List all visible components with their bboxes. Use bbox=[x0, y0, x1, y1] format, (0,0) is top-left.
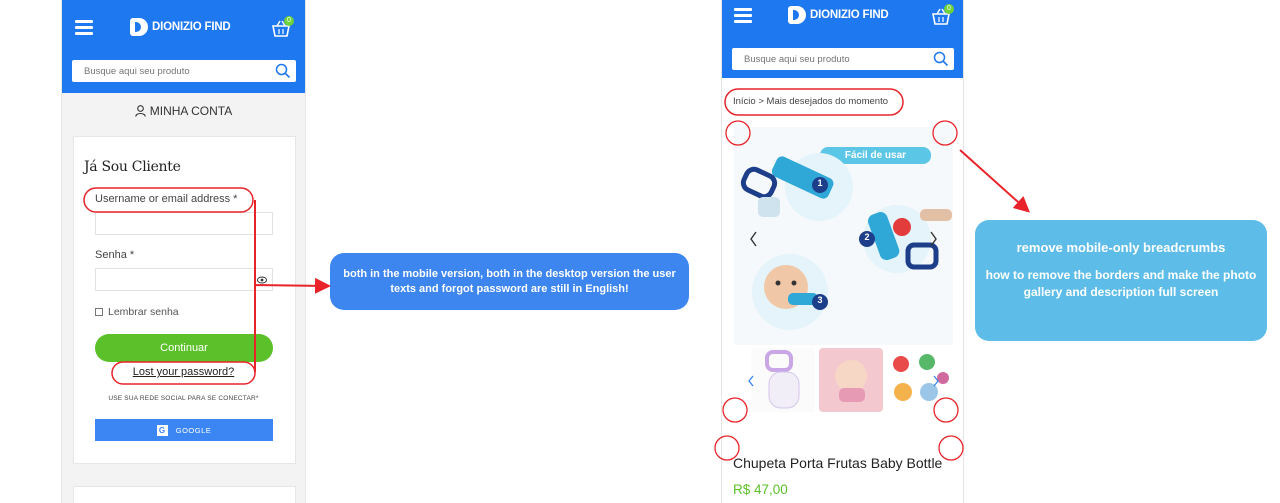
google-login-button[interactable]: G GOOGLE bbox=[95, 419, 273, 441]
gallery-step-2: 2 bbox=[864, 232, 870, 242]
user-icon bbox=[135, 105, 146, 117]
search-input[interactable] bbox=[732, 48, 954, 70]
search-input[interactable] bbox=[72, 60, 296, 82]
username-field[interactable] bbox=[95, 212, 273, 235]
callout-body: how to remove the borders and make the p… bbox=[985, 268, 1257, 299]
remember-me[interactable]: Lembrar senha bbox=[95, 306, 179, 318]
gallery-step-3: 3 bbox=[817, 295, 823, 305]
lost-password-link[interactable]: Lost your password? bbox=[62, 366, 305, 378]
product-image-gallery[interactable]: Fácil de usar 1 2 3 bbox=[734, 127, 953, 345]
remember-label: Lembrar senha bbox=[108, 306, 179, 318]
remember-checkbox[interactable] bbox=[95, 308, 103, 316]
cart-count-badge: 0 bbox=[284, 16, 294, 26]
thumbnail-strip bbox=[734, 348, 953, 414]
breadcrumb-arrow bbox=[959, 149, 1030, 213]
login-title: Já Sou Cliente bbox=[84, 159, 181, 175]
username-label: Username or email address * bbox=[95, 193, 238, 205]
continue-button[interactable]: Continuar bbox=[95, 334, 273, 362]
menu-icon[interactable] bbox=[734, 8, 752, 23]
password-label: Senha * bbox=[95, 249, 135, 261]
google-icon: G bbox=[156, 424, 168, 436]
brand-name: DIONIZIO FIND bbox=[810, 9, 889, 21]
thumbnail-item[interactable] bbox=[751, 348, 815, 412]
gallery-step-1: 1 bbox=[817, 178, 823, 188]
search-icon[interactable] bbox=[275, 63, 291, 79]
social-login-text: USE SUA REDE SOCIAL PARA SE CONECTAR* bbox=[108, 395, 259, 402]
brand-logo[interactable]: DIONIZIO FIND bbox=[130, 18, 231, 36]
account-bar: MINHA CONTA bbox=[62, 93, 305, 129]
breadcrumb[interactable]: Início > Mais desejados do momento bbox=[733, 96, 888, 107]
search-bar bbox=[72, 60, 296, 82]
login-card bbox=[73, 136, 296, 464]
thumbnail-item[interactable] bbox=[887, 348, 951, 412]
gallery-badge: Fácil de usar bbox=[844, 150, 907, 161]
logo-mark-icon bbox=[130, 18, 148, 36]
google-button-label: GOOGLE bbox=[175, 425, 212, 435]
mobile-account-screen: DIONIZIO FIND 0 MINHA CONTA Já Sou Clien… bbox=[61, 0, 306, 503]
mobile-product-screen: DIONIZIO FIND 0 Início > Mais desejados … bbox=[721, 0, 964, 503]
brand-name: DIONIZIO FIND bbox=[152, 21, 231, 33]
callout-heading: remove mobile-only breadcrumbs bbox=[1016, 240, 1226, 255]
product-title: Chupeta Porta Frutas Baby Bottle bbox=[733, 455, 943, 471]
thumbnail-item[interactable] bbox=[819, 348, 883, 412]
site-header: DIONIZIO FIND 0 bbox=[722, 0, 963, 78]
secondary-card bbox=[73, 486, 296, 503]
thumbnail-next-icon[interactable] bbox=[932, 375, 940, 387]
password-field[interactable] bbox=[95, 268, 273, 291]
show-password-icon[interactable] bbox=[257, 276, 267, 284]
product-price: R$ 47,00 bbox=[733, 482, 788, 497]
search-icon[interactable] bbox=[933, 51, 949, 67]
annotation-callout-breadcrumbs: remove mobile-only breadcrumbs how to re… bbox=[975, 220, 1267, 341]
brand-logo[interactable]: DIONIZIO FIND bbox=[788, 6, 889, 24]
thumbnail-prev-icon[interactable] bbox=[747, 375, 755, 387]
logo-mark-icon bbox=[788, 6, 806, 24]
site-header: DIONIZIO FIND 0 bbox=[62, 0, 305, 93]
cart-icon[interactable]: 0 bbox=[931, 4, 954, 26]
search-bar bbox=[732, 48, 954, 70]
annotation-callout-english-texts: both in the mobile version, both in the … bbox=[330, 253, 689, 310]
account-title: MINHA CONTA bbox=[149, 104, 233, 118]
menu-icon[interactable] bbox=[75, 20, 93, 35]
cart-count-badge: 0 bbox=[944, 4, 954, 14]
cart-icon[interactable]: 0 bbox=[271, 16, 294, 38]
